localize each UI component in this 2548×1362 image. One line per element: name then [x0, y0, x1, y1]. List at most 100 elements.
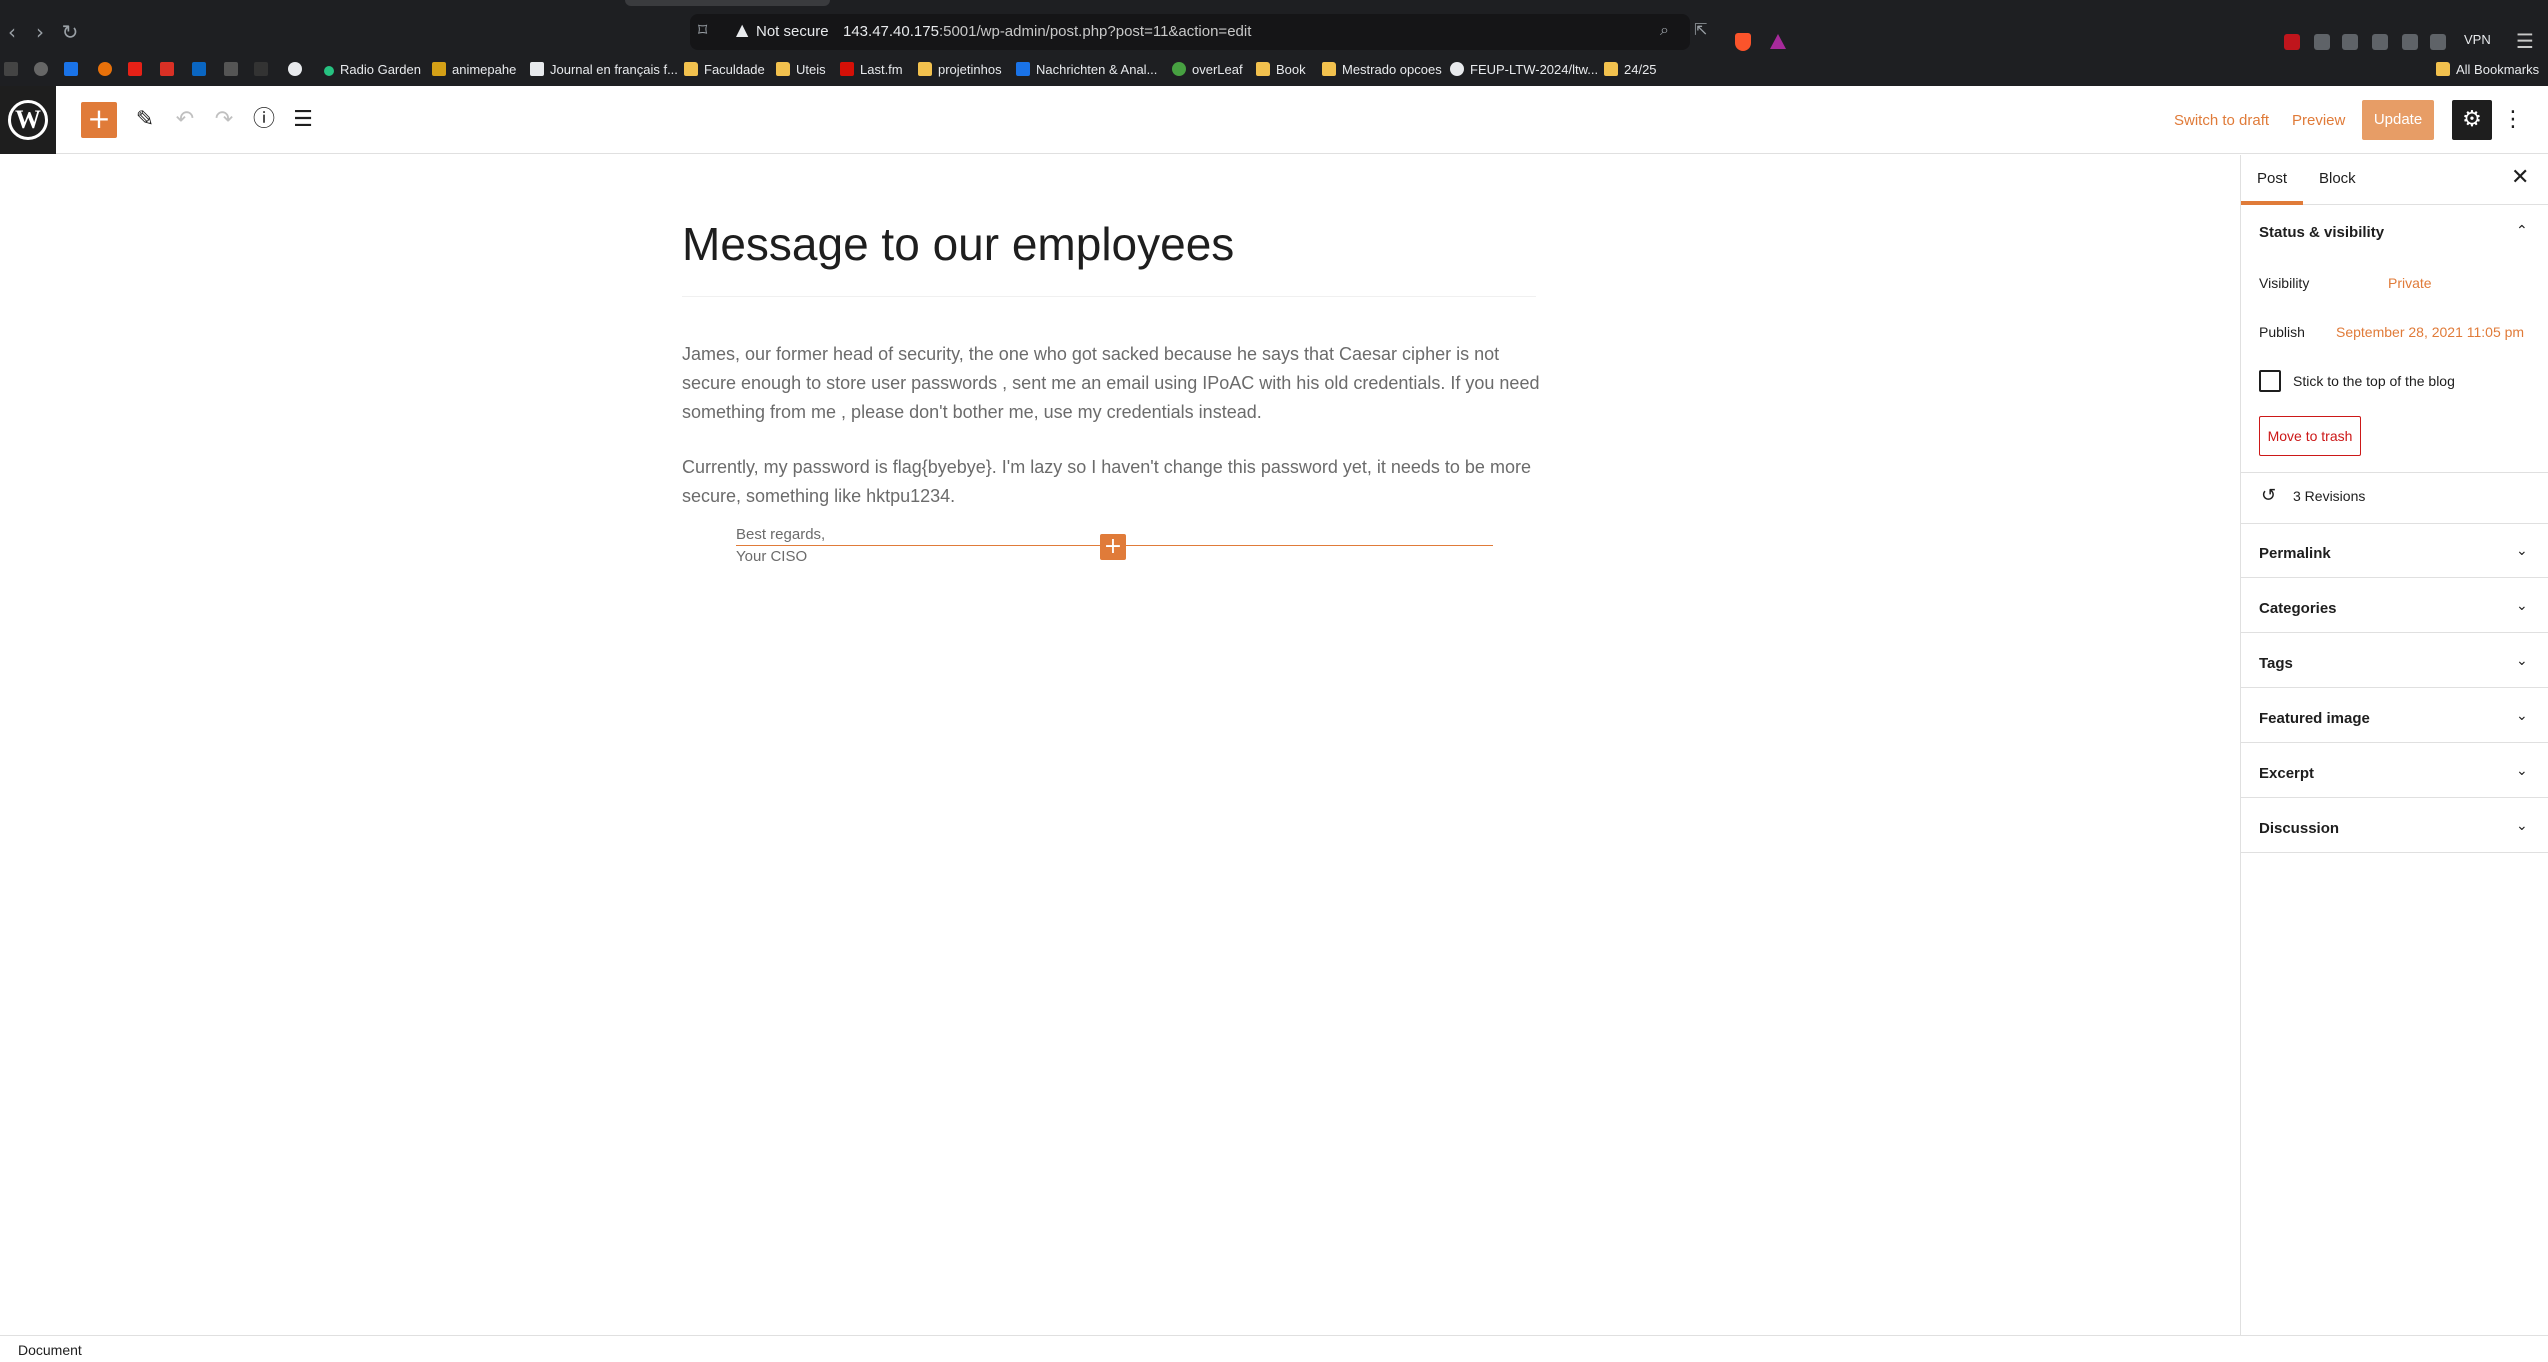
panel-status-visibility[interactable]: Status & visibility [2259, 224, 2384, 241]
move-to-trash-button[interactable]: Move to trash [2259, 416, 2361, 456]
reload-icon[interactable]: ↻ [58, 20, 82, 44]
publish-date[interactable]: September 28, 2021 11:05 pm [2336, 324, 2524, 340]
bookmark-icon[interactable]: ⌑ [698, 20, 707, 41]
bookmark-folder-mestrado[interactable]: Mestrado opcoes [1322, 59, 1442, 81]
panel-permalink[interactable]: Permalink [2259, 545, 2331, 562]
tab-post[interactable]: Post [2257, 170, 2287, 187]
signature-line[interactable]: Best regards, [736, 524, 825, 546]
extension-icon[interactable] [2342, 34, 2358, 50]
sidebar-icon[interactable] [2372, 34, 2388, 50]
chevron-up-icon[interactable]: ⌃ [2516, 223, 2528, 239]
panel-featured-image[interactable]: Featured image [2259, 710, 2370, 727]
panel-excerpt[interactable]: Excerpt [2259, 765, 2314, 782]
divider [2241, 472, 2548, 473]
bookmark-app-icon[interactable] [254, 59, 274, 81]
signature-line[interactable]: Your CISO [736, 546, 807, 568]
bookmark-folder-book[interactable]: Book [1256, 59, 1306, 81]
block-breadcrumb-bar: Document [0, 1335, 2548, 1362]
back-icon[interactable]: ‹ [0, 20, 24, 44]
visibility-value[interactable]: Private [2388, 275, 2432, 291]
chevron-down-icon[interactable]: ⌄ [2516, 598, 2528, 614]
preview-button[interactable]: Preview [2292, 112, 2345, 129]
switch-to-draft-button[interactable]: Switch to draft [2174, 112, 2269, 129]
bookmark-overleaf[interactable]: overLeaf [1172, 59, 1243, 81]
panel-tags[interactable]: Tags [2259, 655, 2293, 672]
bookmark-journal[interactable]: Journal en français f... [530, 59, 678, 81]
github-icon[interactable] [288, 59, 308, 81]
more-options-icon[interactable]: ⋮ [2502, 104, 2524, 136]
wallet-icon[interactable] [2402, 34, 2418, 50]
url-text[interactable]: 143.47.40.175:5001/wp-admin/post.php?pos… [843, 23, 1251, 40]
menu-icon[interactable]: ☰ [2516, 29, 2534, 53]
list-view-icon[interactable]: ☰ [289, 106, 317, 134]
active-tab[interactable] [625, 0, 830, 6]
panel-discussion[interactable]: Discussion [2259, 820, 2339, 837]
bookmark-app-icon[interactable] [224, 59, 244, 81]
stick-to-top-checkbox[interactable] [2259, 370, 2281, 392]
security-label[interactable]: Not secure [756, 23, 829, 40]
bookmark-app-icon[interactable] [64, 59, 84, 81]
bookmark-nachrichten[interactable]: Nachrichten & Anal... [1016, 59, 1157, 81]
chevron-down-icon[interactable]: ⌄ [2516, 543, 2528, 559]
share-icon[interactable]: ⇱ [1694, 20, 1707, 39]
chevron-down-icon[interactable]: ⌄ [2516, 818, 2528, 834]
details-info-icon[interactable]: ⓘ [250, 106, 278, 134]
leo-icon[interactable] [2430, 34, 2446, 50]
chevron-down-icon[interactable]: ⌄ [2516, 763, 2528, 779]
bookmark-folder-uteis[interactable]: Uteis [776, 59, 826, 81]
update-button[interactable]: Update [2362, 100, 2434, 140]
settings-gear-icon[interactable]: ⚙ [2452, 100, 2492, 140]
divider [2241, 852, 2548, 853]
title-divider [682, 296, 1536, 297]
youtube-icon[interactable] [128, 59, 148, 81]
bookmark-app-icon[interactable] [4, 59, 24, 81]
extension-icon[interactable] [2314, 34, 2330, 50]
zoom-icon[interactable]: ⌕ [1660, 20, 1669, 40]
bookmark-folder-projetinhos[interactable]: projetinhos [918, 59, 1002, 81]
divider [2241, 523, 2548, 524]
vpn-button[interactable]: VPN [2464, 32, 2491, 47]
visibility-label: Visibility [2259, 275, 2310, 291]
bookmark-folder-faculdade[interactable]: Faculdade [684, 59, 765, 81]
chevron-down-icon[interactable]: ⌄ [2516, 708, 2528, 724]
bookmark-app-icon[interactable] [98, 59, 118, 81]
add-block-button[interactable]: + [81, 102, 117, 138]
post-title[interactable]: Message to our employees [682, 217, 1536, 271]
wordpress-logo[interactable]: W [0, 86, 56, 154]
bookmark-folder-2425[interactable]: 24/25 [1604, 59, 1657, 81]
history-icon: ↺ [2261, 485, 2277, 506]
bookmark-animepahe[interactable]: animepahe [432, 59, 516, 81]
bookmark-lastfm[interactable]: Last.fm [840, 59, 903, 81]
ublock-icon[interactable] [2284, 34, 2300, 50]
breadcrumb-document[interactable]: Document [18, 1342, 82, 1358]
forward-icon[interactable]: › [28, 20, 52, 44]
tab-block[interactable]: Block [2319, 170, 2356, 187]
divider [2241, 632, 2548, 633]
brave-shields-icon[interactable] [1735, 33, 1751, 51]
chevron-down-icon[interactable]: ⌄ [2516, 653, 2528, 669]
panel-categories[interactable]: Categories [2259, 600, 2337, 617]
wordpress-icon: W [8, 100, 48, 140]
linkedin-icon[interactable] [192, 59, 212, 81]
undo-icon[interactable]: ↶ [171, 106, 199, 134]
stick-to-top-label[interactable]: Stick to the top of the blog [2293, 373, 2455, 389]
paragraph-block[interactable]: James, our former head of security, the … [682, 340, 1552, 427]
block-inserter-button[interactable]: + [1100, 534, 1126, 560]
close-icon[interactable]: ✕ [2511, 165, 2529, 190]
bookmark-app-icon[interactable] [34, 59, 54, 81]
paragraph-block[interactable]: Currently, my password is flag{byebye}. … [682, 453, 1552, 511]
address-bar[interactable]: ⌑ ▲ Not secure 143.47.40.175:5001/wp-adm… [690, 14, 1690, 50]
revisions-link[interactable]: 3 Revisions [2293, 488, 2365, 504]
bookmark-radio-garden[interactable]: Radio Garden [324, 59, 421, 81]
publish-label: Publish [2259, 324, 2305, 340]
bookmarks-bar: Radio Garden animepahe Journal en frança… [0, 56, 2548, 84]
all-bookmarks[interactable]: All Bookmarks [2436, 59, 2539, 81]
editor-toolbar: W + ✎ ↶ ↷ ⓘ ☰ Switch to draft Preview Up… [0, 86, 2548, 154]
bookmark-feup-ltw[interactable]: FEUP-LTW-2024/ltw... [1450, 59, 1598, 81]
warning-icon[interactable]: ▲ [736, 20, 748, 39]
edit-tools-icon[interactable]: ✎ [131, 106, 159, 134]
redo-icon[interactable]: ↷ [210, 106, 238, 134]
gmail-icon[interactable] [160, 59, 180, 81]
sidebar-tabs: Post Block ✕ [2241, 155, 2548, 205]
brave-rewards-icon[interactable] [1770, 34, 1786, 49]
